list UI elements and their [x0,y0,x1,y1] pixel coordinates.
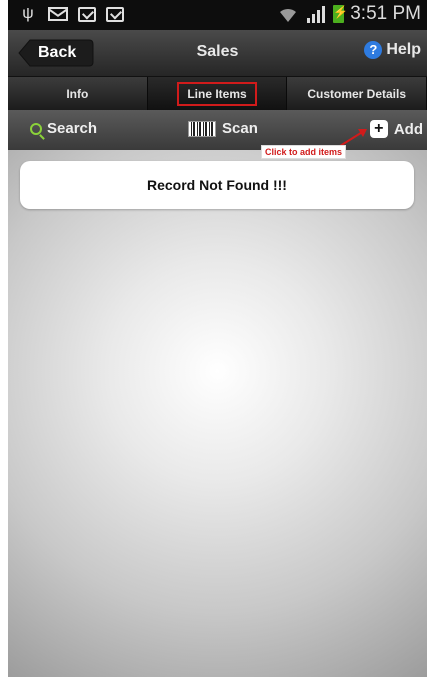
task-check-icon [78,6,96,22]
back-button[interactable]: Back [18,39,94,67]
help-button[interactable]: ? Help [364,41,421,59]
tab-info-label: Info [66,86,89,101]
add-label: Add [393,120,423,138]
status-clock: 3:51 PM [350,3,421,24]
search-icon [30,122,42,135]
plus-icon: + [369,120,388,138]
phone-screen: ψ 3:51 PM Back Sales [8,0,427,677]
signal-icon [307,6,326,23]
empty-state-message: Record Not Found !!! [20,161,414,209]
title-bar: Back Sales ? Help [8,30,427,77]
search-label: Search [47,120,98,137]
tab-info[interactable]: Info [8,77,148,110]
battery-icon [333,5,348,23]
help-label: Help [386,41,421,58]
scan-button[interactable]: Scan [188,120,258,137]
tab-customer-details[interactable]: Customer Details [287,77,427,110]
tab-line-items[interactable]: Line Items [147,77,288,110]
back-label: Back [38,44,77,61]
tab-line-items-label: Line Items [177,81,257,106]
usb-icon: ψ [22,5,34,22]
scan-label: Scan [222,120,258,137]
barcode-icon [188,120,216,137]
mail-icon [48,7,68,21]
add-items-hint: Click to add items [261,145,347,159]
help-icon: ? [364,41,383,59]
tab-customer-details-label: Customer Details [307,86,407,101]
task-check-icon-2 [106,6,124,22]
wifi-icon [280,8,297,22]
status-bar: ψ 3:51 PM [8,0,427,30]
content-area: Record Not Found !!! [8,150,427,677]
add-button[interactable]: + Add [369,120,423,138]
tab-bar: Info Line Items Customer Details [8,77,427,110]
search-button[interactable]: Search [30,120,97,137]
